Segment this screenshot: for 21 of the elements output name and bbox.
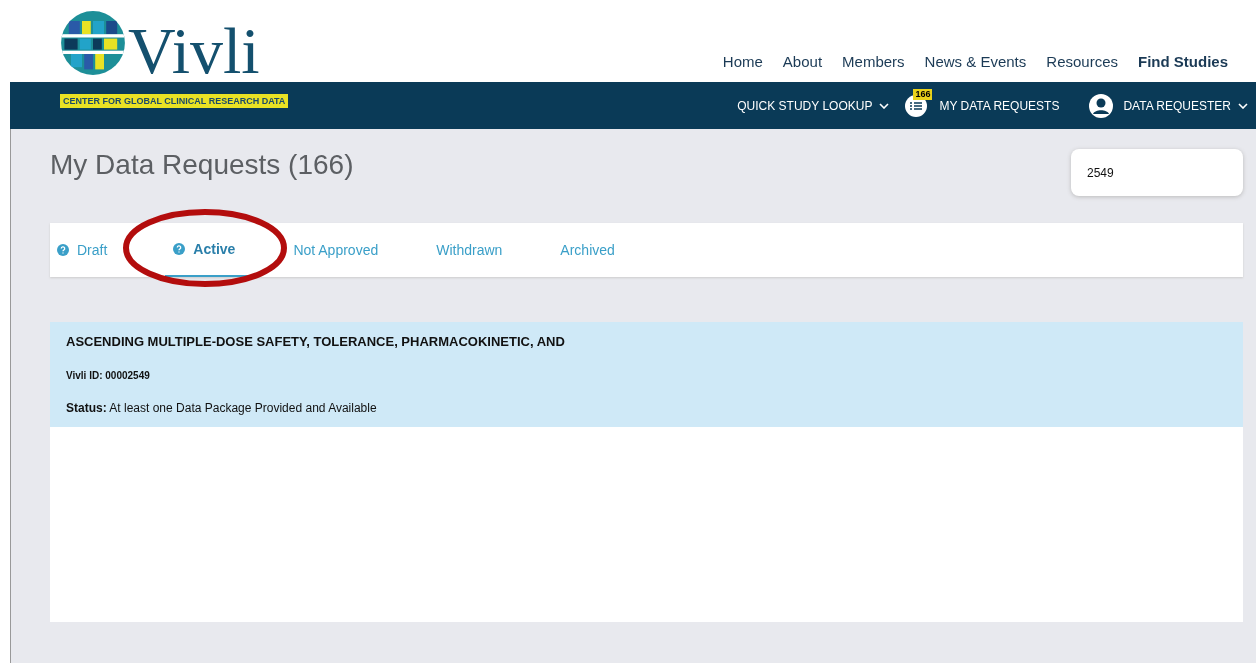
request-title: ASCENDING MULTIPLE-DOSE SAFETY, TOLERANCE, PHARMACOKINETIC, AND xyxy=(66,334,566,349)
nav-link[interactable]: News & Events xyxy=(924,53,1027,70)
logo-tagline: CENTER FOR GLOBAL CLINICAL RESEARCH DATA xyxy=(60,94,289,108)
nav-link[interactable]: About xyxy=(782,53,823,70)
count-badge: 166 xyxy=(913,88,933,100)
page-title: My Data Requests (166) xyxy=(50,149,354,181)
nav-link[interactable]: Members xyxy=(842,53,905,70)
request-status: Status: At least one Data Package Provided and Available xyxy=(66,401,378,415)
nav-link[interactable]: Home xyxy=(722,53,763,70)
vivli-id: Vivli ID: 00002549 xyxy=(66,370,151,381)
avatar-icon xyxy=(1089,93,1114,118)
request-card[interactable]: ASCENDING MULTIPLE-DOSE SAFETY, TOLERANCE, PHARMACOKINETIC, AND Vivli ID: 00002549 Status: At least one Data Package Provided and Available xyxy=(50,322,1243,427)
my-data-requests-link[interactable]: MY DATA REQUESTS xyxy=(939,98,1060,113)
nav-link[interactable]: Find Studies xyxy=(1138,53,1228,70)
chevron-down-icon xyxy=(879,102,890,109)
logo-wordmark: Vivli xyxy=(128,18,260,84)
nav-link[interactable]: Resources xyxy=(1046,53,1118,70)
search-field[interactable]: 2549 xyxy=(1071,149,1243,196)
chevron-down-icon xyxy=(1238,102,1248,109)
user-menu-dropdown[interactable]: DATA REQUESTER xyxy=(1123,98,1248,113)
quick-study-lookup-dropdown[interactable]: QUICK STUDY LOOKUP xyxy=(737,98,890,113)
